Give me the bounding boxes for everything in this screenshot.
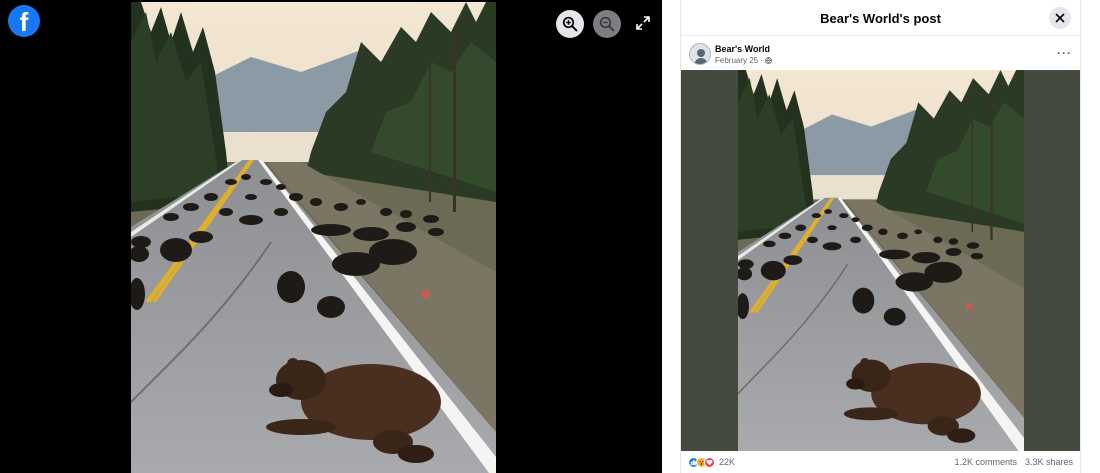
author-name[interactable]: Bear's World [715, 44, 770, 54]
post-photo[interactable] [681, 70, 1080, 451]
reaction-count: 22K [719, 457, 736, 467]
reactions-summary[interactable]: 22K [688, 456, 736, 468]
bears-on-road-image [131, 2, 496, 473]
fullscreen-button[interactable] [634, 14, 652, 32]
post-bears-image [738, 70, 1024, 451]
avatar-image [690, 44, 710, 64]
post-panel: Bear's World's post Bear's World Februar… [680, 0, 1081, 473]
fullscreen-icon [636, 16, 650, 30]
panel-title: Bear's World's post [820, 11, 941, 26]
comments-count[interactable]: 1.2K comments [954, 457, 1017, 467]
zoom-out-button[interactable] [593, 10, 621, 38]
zoom-in-button[interactable] [556, 10, 584, 38]
more-options-button[interactable]: ··· [1057, 46, 1072, 60]
panel-header: Bear's World's post [681, 0, 1080, 36]
close-icon [1055, 13, 1065, 23]
close-button[interactable] [1049, 7, 1071, 29]
post-date[interactable]: February 25 · [715, 56, 763, 65]
shares-count[interactable]: 3.3K shares [1025, 457, 1073, 467]
globe-icon [765, 57, 772, 64]
viewer-photo[interactable] [131, 2, 496, 473]
facebook-logo-icon[interactable]: f [8, 5, 40, 37]
post-meta: February 25 · [715, 56, 772, 65]
zoom-in-icon [562, 16, 578, 32]
love-icon [704, 456, 715, 468]
post-author-row: Bear's World February 25 · ··· [681, 36, 1080, 70]
post-footer: 22K 1.2K comments 3.3K shares [681, 451, 1080, 473]
photo-viewer: f [0, 0, 662, 473]
avatar[interactable] [689, 43, 711, 65]
zoom-out-icon [599, 16, 615, 32]
